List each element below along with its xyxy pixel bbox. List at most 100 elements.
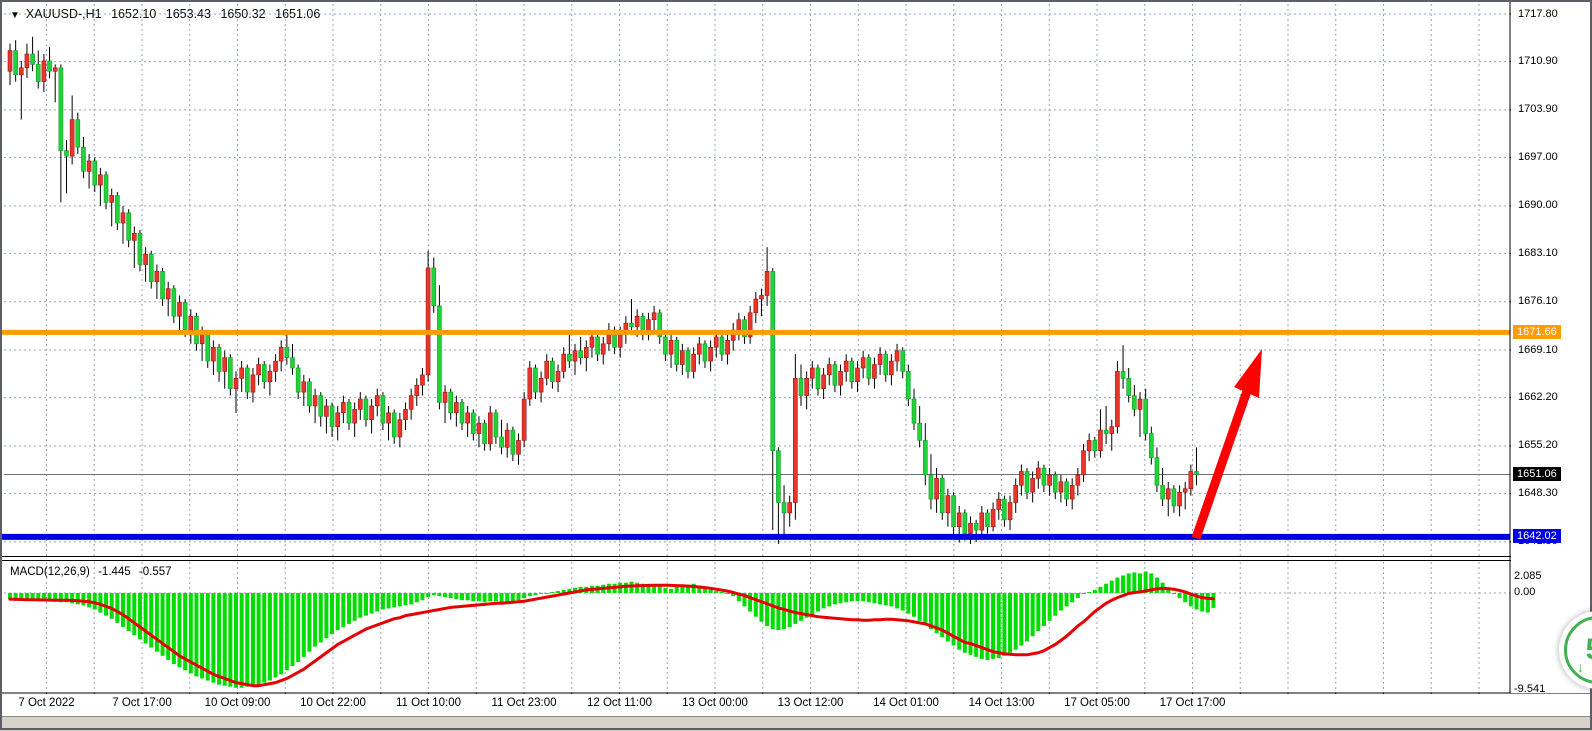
- open-value: 1652.10: [111, 7, 156, 21]
- time-axis-label: 13 Oct 00:00: [682, 697, 748, 709]
- candle-body: [997, 499, 1001, 509]
- macd-histogram-bar: [370, 593, 374, 614]
- time-axis-label: 17 Oct 17:00: [1160, 697, 1226, 709]
- candle-body: [1082, 451, 1086, 475]
- chevron-down-icon[interactable]: ▼: [10, 10, 20, 21]
- candle-body: [358, 399, 362, 409]
- macd-histogram-bar: [759, 593, 763, 622]
- candle-body: [454, 402, 458, 412]
- macd-histogram-bar: [856, 593, 860, 601]
- candle-body: [1161, 485, 1165, 499]
- time-axis-label: 13 Oct 12:00: [778, 697, 844, 709]
- price-axis-label: 1697.00: [1518, 151, 1558, 163]
- candle-body: [8, 51, 12, 72]
- candle-body: [302, 382, 306, 392]
- candle-body: [53, 68, 57, 71]
- macd-histogram-bar: [420, 593, 424, 600]
- candle-body: [483, 423, 487, 444]
- macd-histogram-bar: [1121, 575, 1125, 593]
- macd-histogram-bar: [302, 593, 306, 657]
- macd-histogram-bar: [1115, 578, 1119, 593]
- candle-body: [596, 337, 600, 354]
- candle-body: [545, 361, 549, 378]
- candle-body: [889, 361, 893, 375]
- candle-body: [974, 523, 978, 530]
- candle-body: [1166, 489, 1170, 499]
- candle-body: [675, 340, 679, 364]
- candle-body: [228, 358, 232, 389]
- candle-body: [511, 430, 515, 454]
- macd-histogram-bar: [432, 593, 436, 595]
- macd-histogram-bar: [714, 591, 718, 593]
- candle-body: [127, 213, 131, 241]
- candle-body: [341, 402, 345, 412]
- candle-body: [822, 375, 826, 389]
- candle-body: [466, 413, 470, 423]
- macd-histogram-bar: [997, 593, 1001, 658]
- macd-histogram-bar: [1059, 593, 1063, 611]
- candlestick-layer: [8, 37, 1199, 544]
- macd-histogram-bar: [556, 591, 560, 593]
- candle-body: [929, 475, 933, 499]
- macd-histogram-bar: [1014, 593, 1018, 650]
- macd-histogram-bar: [1019, 593, 1023, 646]
- candle-body: [1110, 427, 1114, 434]
- time-axis[interactable]: 7 Oct 20227 Oct 17:0010 Oct 09:0010 Oct …: [0, 694, 1592, 716]
- macd-histogram-bar: [296, 593, 300, 662]
- candle-body: [313, 396, 317, 406]
- candle-body: [940, 478, 944, 513]
- candle-body: [590, 337, 594, 347]
- candle-body: [245, 368, 249, 392]
- macd-histogram-bar: [816, 593, 820, 612]
- candle-body: [1076, 475, 1080, 485]
- candle-body: [1025, 471, 1029, 492]
- candle-body: [426, 268, 430, 375]
- macd-histogram-bar: [872, 593, 876, 603]
- candle-body: [771, 271, 775, 450]
- macd-histogram-bar: [906, 593, 910, 614]
- time-axis-label: 17 Oct 05:00: [1064, 697, 1130, 709]
- candle-body: [296, 368, 300, 392]
- macd-indicator-label: MACD(12,26,9) -1.445 -0.557: [10, 566, 177, 578]
- macd-histogram-bar: [720, 592, 724, 593]
- chart-canvas[interactable]: [0, 0, 1592, 730]
- candle-body: [172, 289, 176, 317]
- macd-histogram-bar: [409, 593, 413, 604]
- candle-body: [901, 351, 905, 372]
- price-axis-label: 1669.10: [1518, 344, 1558, 356]
- time-axis-label: 7 Oct 2022: [18, 697, 74, 709]
- candle-body: [1127, 378, 1131, 395]
- trend-arrow-layer[interactable]: [1196, 349, 1262, 538]
- price-axis-label: 1648.30: [1518, 487, 1558, 499]
- macd-histogram-bar: [1036, 593, 1040, 631]
- time-axis-label: 14 Oct 01:00: [873, 697, 939, 709]
- macd-histogram-bar: [505, 593, 509, 602]
- macd-histogram-bar: [1110, 581, 1114, 593]
- candle-body: [494, 413, 498, 437]
- macd-histogram-bar: [675, 587, 679, 593]
- trend-arrow-head: [1234, 349, 1262, 398]
- candle-body: [65, 151, 69, 157]
- arrow-down-icon: ↓: [1577, 659, 1584, 675]
- macd-histogram-bar: [155, 593, 159, 652]
- candle-body: [517, 440, 521, 454]
- candle-body: [477, 423, 481, 433]
- macd-histogram-bar: [364, 593, 368, 616]
- macd-histogram-bar: [1206, 593, 1210, 613]
- macd-histogram-bar: [211, 593, 215, 683]
- candle-body: [906, 371, 910, 399]
- candle-body: [115, 195, 119, 223]
- candle-body: [714, 337, 718, 347]
- candle-body: [398, 420, 402, 437]
- macd-histogram-bar: [121, 593, 125, 627]
- time-axis-label: 11 Oct 23:00: [492, 697, 557, 709]
- candle-body: [963, 513, 967, 534]
- macd-histogram-bar: [884, 593, 888, 605]
- macd-histogram-bar: [358, 593, 362, 618]
- macd-histogram-bar: [200, 593, 204, 678]
- macd-histogram-bar: [353, 593, 357, 621]
- candle-body: [1070, 485, 1074, 499]
- candle-body: [1155, 458, 1159, 486]
- candle-body: [336, 413, 340, 427]
- candle-body: [703, 344, 707, 361]
